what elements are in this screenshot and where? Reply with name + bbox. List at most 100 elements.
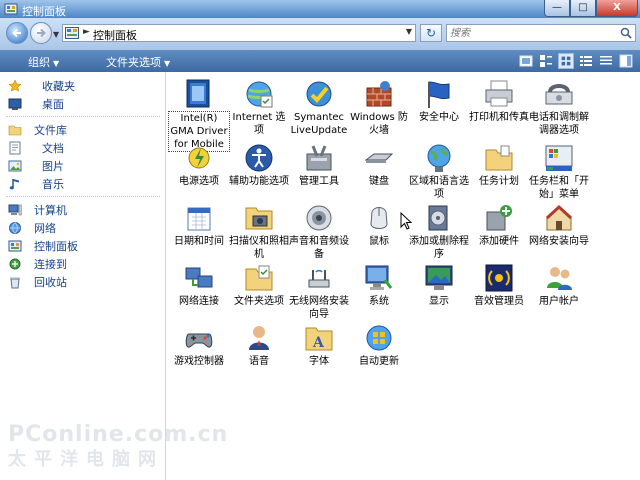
thumbnails-view-icon[interactable] [518,53,534,69]
organize-label: 组织 [28,56,50,69]
svg-text:A: A [312,335,325,351]
cp-item-accessibility[interactable]: 辅助功能选项 [228,142,290,204]
cp-item-folder-options[interactable]: 文件夹选项 [228,262,290,324]
chevron-down-icon: ▼ [53,59,60,68]
recycle-bin-icon [10,277,20,289]
cp-item-add-hardware[interactable]: 添加硬件 [468,202,530,264]
cp-item-printers[interactable]: 打印机和传真 [468,78,530,140]
cp-item-date-time[interactable]: 日期和时间 [168,202,230,264]
history-dropdown-icon[interactable]: ▼ [53,30,61,39]
nav-label: 网络 [34,222,56,235]
cp-item-label: 无线网络安装向导 [289,296,349,320]
nav-item-desktop[interactable]: 桌面 [8,96,64,112]
cp-item-network-connections[interactable]: 网络连接 [168,262,230,324]
cp-item-taskbar-start[interactable]: 任务栏和「开始」菜单 [528,142,590,204]
nav-item-music[interactable]: 音乐 [8,176,64,192]
computer-icon [8,204,22,216]
cp-item-keyboard[interactable]: 键盘 [348,142,410,204]
cp-item-display[interactable]: 显示 [408,262,470,324]
breadcrumb-separator-icon[interactable]: ► [83,27,90,37]
nav-separator [6,196,160,197]
organize-menu[interactable]: 组织 ▼ [28,54,59,70]
nav-item-favorites[interactable]: 收藏夹 [8,78,75,94]
nav-item-recycle-bin[interactable]: 回收站 [8,274,67,290]
nav-item-computer[interactable]: 计算机 [8,202,67,218]
cp-item-label: 电源选项 [179,176,219,187]
maximize-button[interactable]: □ [570,0,596,17]
cp-item-symantec[interactable]: Symantec LiveUpdate [288,78,350,140]
display-icon [425,265,453,290]
nav-item-control-panel[interactable]: 控制面板 [8,238,78,254]
cp-item-speech[interactable]: 语音 [228,322,290,384]
search-box[interactable] [446,24,636,42]
cp-item-firewall[interactable]: Windows 防火墙 [348,78,410,140]
preview-pane-icon[interactable] [618,53,634,69]
back-button[interactable] [6,22,28,44]
nav-item-library[interactable]: 文件库 [8,122,67,138]
cp-item-audio-manager[interactable]: 音效管理员 [468,262,530,324]
forward-arrow-icon [37,28,46,38]
mouse-cursor-icon [400,212,412,230]
nav-item-documents[interactable]: 文档 [8,140,64,156]
minimize-button[interactable]: — [544,0,570,17]
cp-item-network-setup[interactable]: 网络安装向导 [528,202,590,264]
nav-item-connect-to[interactable]: 连接到 [8,256,67,272]
cp-item-phone-modem[interactable]: 电话和调制解调器选项 [528,78,590,140]
cp-item-sound[interactable]: 声音和音频设备 [288,202,350,264]
star-icon [8,79,22,92]
details-view-icon[interactable] [598,53,614,69]
window-controls: — □ X [544,0,638,17]
cp-item-label: 任务栏和「开始」菜单 [529,176,589,200]
cp-item-label: 声音和音频设备 [289,236,349,260]
tiles-view-icon[interactable] [538,53,554,69]
cp-item-power-options[interactable]: 电源选项 [168,142,230,204]
nav-separator [6,116,160,117]
cp-item-label: 文件夹选项 [234,296,284,307]
cp-item-scanner-camera[interactable]: 扫描仪和照相机 [228,202,290,264]
nav-label: 图片 [42,160,64,173]
cp-item-user-accounts[interactable]: 用户帐户 [528,262,590,324]
title-bar[interactable]: 控制面板 — □ X [0,0,640,18]
nav-label: 文档 [42,142,64,155]
region-language-icon [427,144,451,172]
search-icon[interactable] [620,27,632,39]
cp-item-internet-options[interactable]: Internet 选项 [228,78,290,140]
address-dropdown-icon[interactable]: ▼ [406,27,412,36]
control-panel-icon [8,240,22,252]
forward-button[interactable] [30,22,52,44]
folder-options-menu[interactable]: 文件夹选项 ▼ [106,54,170,70]
date-time-icon [187,207,211,231]
cp-item-region-language[interactable]: 区域和语言选项 [408,142,470,204]
cp-item-label: 添加硬件 [479,236,519,247]
cp-item-game-controller[interactable]: 游戏控制器 [168,322,230,384]
system-icon [365,265,393,290]
command-bar: 组织 ▼ 文件夹选项 ▼ [0,50,640,72]
refresh-button[interactable]: ↻ [420,24,442,42]
address-bar[interactable]: ► 控制面板 ▼ [62,24,416,42]
search-input[interactable] [450,26,610,40]
cp-item-auto-update[interactable]: 自动更新 [348,322,410,384]
connect-to-icon [9,258,21,270]
cp-item-label: 显示 [429,296,449,307]
nav-label: 控制面板 [34,240,78,253]
cp-item-system[interactable]: 系统 [348,262,410,324]
cp-item-label: 安全中心 [419,112,459,123]
list-view-icon[interactable] [578,53,594,69]
chevron-down-icon: ▼ [164,59,171,68]
network-globe-icon [9,222,21,234]
breadcrumb-control-panel[interactable]: 控制面板 [93,27,137,43]
close-button[interactable]: X [596,0,638,17]
cp-item-scheduled-tasks[interactable]: 任务计划 [468,142,530,204]
nav-item-network[interactable]: 网络 [8,220,56,236]
cp-item-admin-tools[interactable]: 管理工具 [288,142,350,204]
cp-item-add-remove-programs[interactable]: 添加或删除程序 [408,202,470,264]
cp-item-wireless-setup[interactable]: 无线网络安装向导 [288,262,350,324]
icons-view-icon[interactable] [558,53,574,69]
phone-modem-icon [545,84,573,105]
items-pane: Intel(R) GMA Driver for Mobile Internet … [166,72,640,480]
cp-item-security-center[interactable]: 安全中心 [408,78,470,140]
nav-item-pictures[interactable]: 图片 [8,158,64,174]
cp-item-fonts[interactable]: A 字体 [288,322,350,384]
network-connections-icon [185,267,213,288]
address-row: ▼ ► 控制面板 ▼ ↻ [0,18,640,50]
